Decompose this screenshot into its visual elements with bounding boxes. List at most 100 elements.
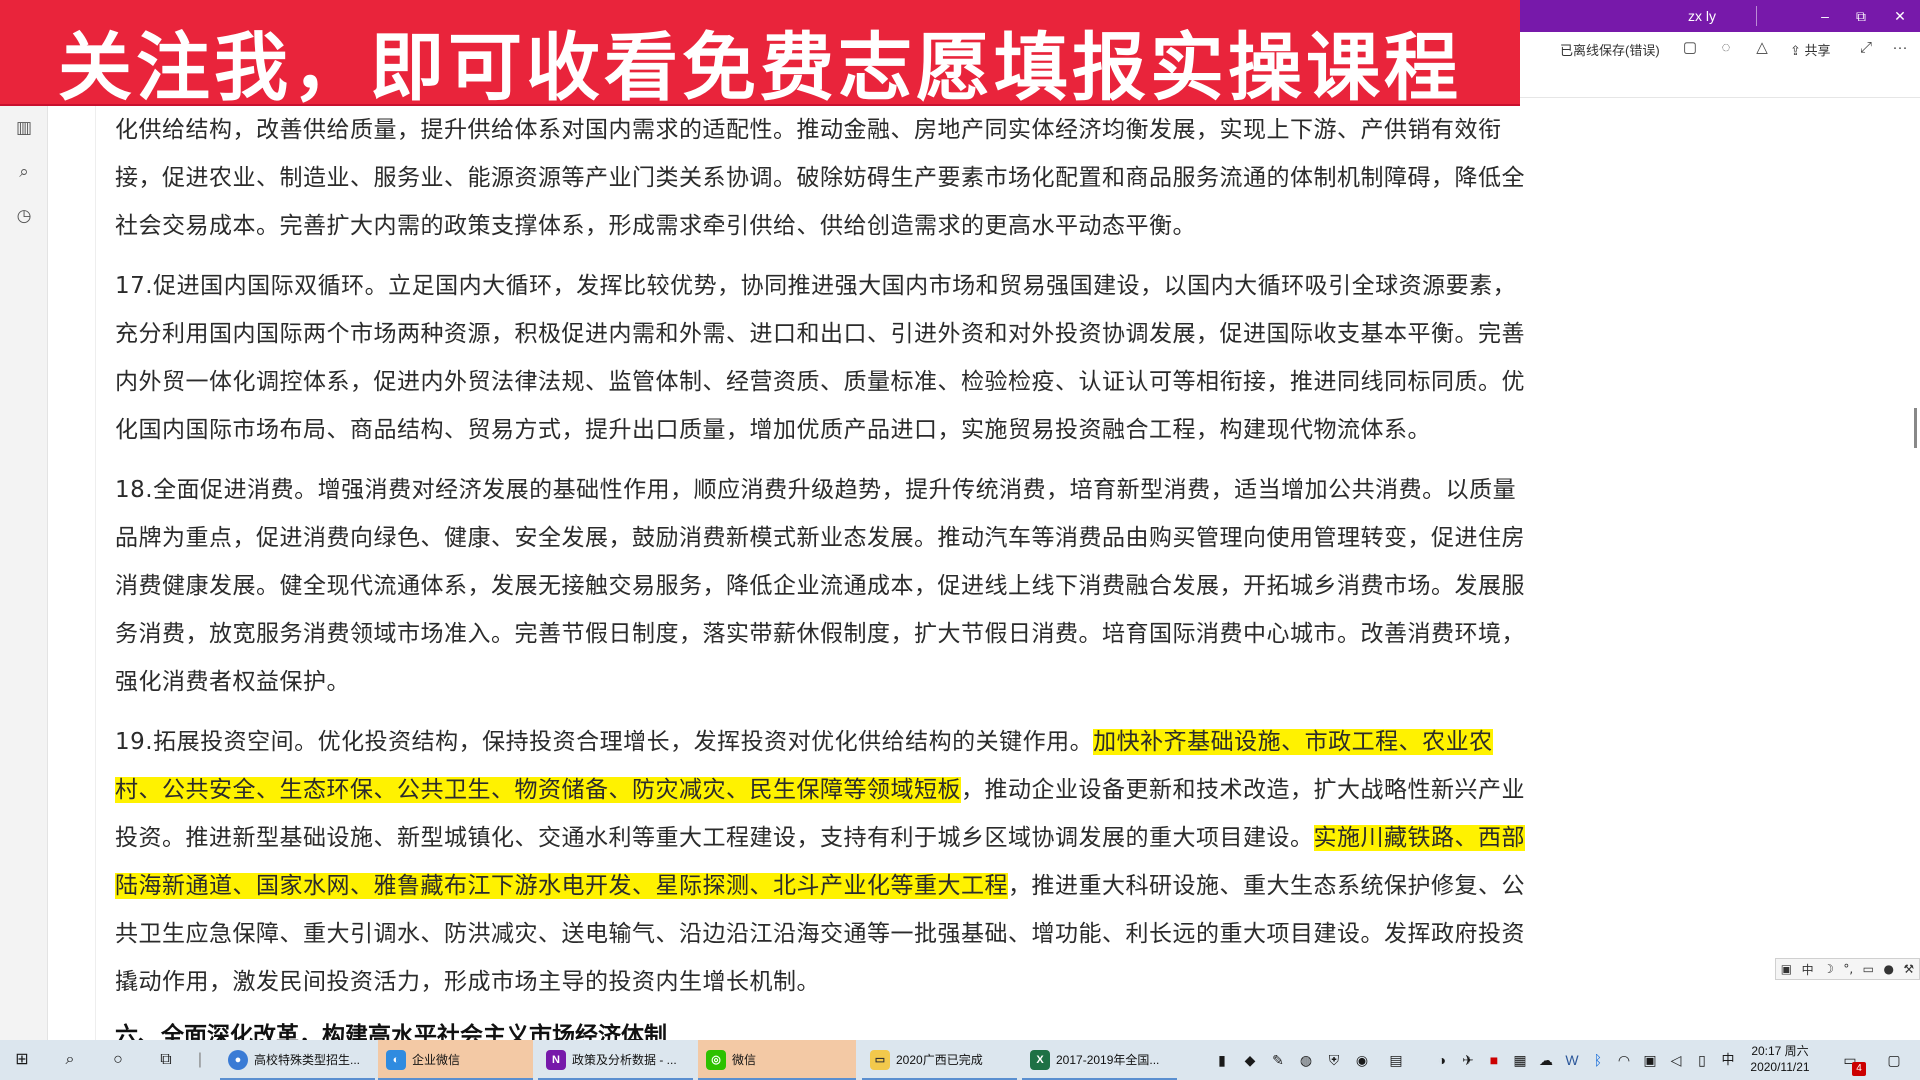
network-tray-icon[interactable]: ▣	[1638, 1048, 1662, 1072]
paragraph-18: 18.全面促进消费。增强消费对经济发展的基础性作用，顺应消费升级趋势，提升传统消…	[115, 466, 1555, 706]
task-label: 微信	[732, 1053, 757, 1067]
action-center-icon[interactable]: ▢	[1882, 1048, 1906, 1072]
edit-tray-icon[interactable]: ✎	[1266, 1048, 1290, 1072]
plain-text: 投资。推进新型基础设施、新型城镇化、交通水利等重大工程建设，支持有利于城乡区域协…	[115, 825, 1314, 851]
section-heading: 六、全面深化改革，构建高水平社会主义市场经济体制	[115, 1023, 667, 1040]
promo-banner: 关注我，即可收看免费志愿填报实操课程	[0, 0, 1520, 111]
clock-time: 20:17 周六	[1751, 1044, 1809, 1058]
text-line: 19.拓展投资空间。优化投资结构，保持投资合理增长，发挥投资对优化供给结构的关键…	[115, 718, 1555, 766]
highlighted-text: 加快补齐基础设施、市政工程、农业农	[1093, 729, 1493, 755]
moon-icon[interactable]: ☽	[1823, 962, 1834, 976]
search-icon[interactable]: ⌕	[12, 160, 36, 184]
word-tray-icon[interactable]: W	[1560, 1048, 1584, 1072]
text-line: 投资。推进新型基础设施、新型城镇化、交通水利等重大工程建设，支持有利于城乡区域协…	[115, 814, 1555, 862]
task-label: 2017-2019年全国...	[1056, 1053, 1160, 1067]
system-clock[interactable]: 20:17 周六 2020/11/21	[1740, 1043, 1820, 1075]
minimize-button[interactable]: –	[1810, 4, 1840, 28]
app-tray-icon[interactable]: ◆	[1238, 1048, 1262, 1072]
task-view-icon[interactable]: ⧉	[154, 1048, 178, 1072]
bluetooth-tray-icon[interactable]: ᛒ	[1586, 1048, 1610, 1072]
user-icon[interactable]: ●	[1883, 962, 1893, 976]
share-icon: ⇪	[1790, 43, 1805, 58]
microphone-tray-icon[interactable]: ◍	[1294, 1048, 1318, 1072]
highlighted-text: 村、公共安全、生态环保、公共卫生、物资储备、防灾减灾、民生保障等领域短板	[115, 777, 961, 803]
text-line: 强化消费者权益保护。	[115, 669, 350, 695]
more-options-icon[interactable]: ···	[1890, 38, 1910, 58]
ime-mode-label[interactable]: 中	[1802, 961, 1814, 978]
text-line: 内外贸一体化调控体系，促进内外贸法律法规、监管体制、经营资质、质量标准、检验检疫…	[115, 369, 1525, 395]
text-line: 消费健康发展。健全现代流通体系，发展无接触交易服务，降低企业流通成本，促进线上线…	[115, 573, 1525, 599]
onenote-icon: N	[546, 1050, 566, 1070]
windows-start-icon[interactable]: ⊞	[10, 1048, 34, 1072]
plain-text: 19.拓展投资空间。优化投资结构，保持投资合理增长，发挥投资对优化供给结构的关键…	[115, 729, 1094, 755]
user-name[interactable]: zx ly	[1688, 8, 1716, 24]
title-bar: zx ly – ⧉ ✕	[1520, 0, 1920, 32]
cloud-tray-icon[interactable]: ☁	[1534, 1048, 1558, 1072]
notebook-icon[interactable]: ▢	[1680, 38, 1700, 58]
punctuation-icon[interactable]: °,	[1843, 962, 1853, 976]
left-rail: ▥ ⌕ ◷	[0, 106, 48, 1040]
text-line: 接，促进农业、制造业、服务业、能源资源等产业门类关系协调。破除妨碍生产要素市场化…	[115, 165, 1525, 191]
task-label: 企业微信	[412, 1053, 461, 1067]
chrome-icon: ●	[228, 1050, 248, 1070]
taskbar-task-onenote[interactable]: N 政策及分析数据 - ...	[538, 1040, 693, 1080]
task-label: 政策及分析数据 - ...	[572, 1053, 677, 1067]
document-page: 化供给结构，改善供给质量，提升供给体系对国内需求的适配性。推动金融、房地产同实体…	[95, 106, 1565, 1040]
bird-tray-icon[interactable]: ✈	[1456, 1048, 1480, 1072]
library-icon[interactable]: ▥	[12, 116, 36, 140]
text-line: 品牌为重点，促进消费向绿色、健康、安全发展，鼓励消费新模式新业态发展。推动汽车等…	[115, 525, 1525, 551]
taskbar-task-folder[interactable]: ▭ 2020广西已完成	[862, 1040, 1017, 1080]
page-edge	[95, 106, 96, 1040]
power-tray-icon[interactable]: ▯	[1690, 1048, 1714, 1072]
keyboard-icon[interactable]: ▭	[1863, 962, 1874, 976]
folder-icon: ▭	[870, 1050, 890, 1070]
ime-tray-icon[interactable]: 中	[1716, 1048, 1740, 1072]
history-icon[interactable]: ◷	[12, 204, 36, 228]
volume-tray-icon[interactable]: ◁	[1664, 1048, 1688, 1072]
paragraph-17: 17.促进国内国际双循环。立足国内大循环，发挥比较优势，协同推进强大国内市场和贸…	[115, 262, 1555, 454]
text-line: 化国内国际市场布局、商品结构、贸易方式，提升出口质量，增加优质产品进口，实施贸易…	[115, 417, 1431, 443]
text-line: 化供给结构，改善供给质量，提升供给体系对国内需求的适配性。推动金融、房地产同实体…	[115, 117, 1502, 143]
highlighted-text: 实施川藏铁路、西部	[1313, 825, 1525, 851]
share-label: 共享	[1804, 43, 1831, 58]
taskbar-task-chrome[interactable]: ● 高校特殊类型招生...	[220, 1040, 375, 1080]
restore-button[interactable]: ⧉	[1846, 4, 1876, 28]
shield-tray-icon[interactable]: ⛨	[1322, 1048, 1346, 1072]
calendar-tray-icon[interactable]: ▦	[1508, 1048, 1532, 1072]
ime-toolbar[interactable]: ▣ 中 ☽ °, ▭ ● ⚒	[1775, 958, 1920, 980]
chat-tray-icon[interactable]: ▤	[1384, 1048, 1408, 1072]
wechat-icon: ◎	[706, 1050, 726, 1070]
text-line: 务消费，放宽服务消费领域市场准入。完善节假日制度，落实带薪休假制度，扩大节假日消…	[115, 621, 1525, 647]
red-app-tray-icon[interactable]: ■	[1482, 1048, 1506, 1072]
share-button[interactable]: ⇪ 共享	[1790, 40, 1831, 59]
task-label: 高校特殊类型招生...	[254, 1053, 361, 1067]
fullscreen-icon[interactable]: ⤢	[1856, 38, 1876, 58]
close-button[interactable]: ✕	[1885, 4, 1915, 28]
ime-logo-icon[interactable]: ▣	[1781, 962, 1792, 976]
cortana-icon[interactable]: ○	[106, 1048, 130, 1072]
excel-icon: X	[1030, 1050, 1050, 1070]
idea-icon[interactable]: ◌	[1716, 38, 1736, 58]
text-line: 充分利用国内国际两个市场两种资源，积极促进内需和外需、进口和出口、引进外资和对外…	[115, 321, 1525, 347]
highlighted-text: 陆海新通道、国家水网、雅鲁藏布江下游水电开发、星际探测、北斗产业化等重大工程	[115, 873, 1008, 899]
title-divider	[1756, 6, 1757, 26]
promo-banner-text: 关注我，即可收看免费志愿填报实操课程	[58, 25, 1462, 111]
search-icon[interactable]: ⌕	[58, 1048, 82, 1072]
taskbar-task-wecom[interactable]: ◐ 企业微信	[378, 1040, 533, 1080]
game-tray-icon[interactable]: ◉	[1350, 1048, 1374, 1072]
antivirus-tray-icon[interactable]: ◑	[1430, 1048, 1454, 1072]
text-line: 18.全面促进消费。增强消费对经济发展的基础性作用，顺应消费升级趋势，提升传统消…	[115, 477, 1517, 503]
bell-icon[interactable]: △	[1752, 38, 1772, 58]
battery-tray-icon[interactable]: ▮	[1210, 1048, 1234, 1072]
wifi-tray-icon[interactable]: ◠	[1612, 1048, 1636, 1072]
taskbar: ⊞ ⌕ ○ ⧉ | ● 高校特殊类型招生... ◐ 企业微信 N 政策及分析数据…	[0, 1040, 1920, 1080]
text-line: 17.促进国内国际双循环。立足国内大循环，发挥比较优势，协同推进强大国内市场和贸…	[115, 273, 1517, 299]
taskbar-task-wechat[interactable]: ◎ 微信	[698, 1040, 856, 1080]
wrench-icon[interactable]: ⚒	[1903, 962, 1914, 976]
taskbar-task-excel[interactable]: X 2017-2019年全国...	[1022, 1040, 1177, 1080]
scrollbar-thumb[interactable]	[1914, 408, 1917, 448]
command-bar: 已离线保存(错误) ▢ ◌ △ ⇪ 共享 ⤢ ···	[1520, 32, 1920, 98]
text-line: 社会交易成本。完善扩大内需的政策支撑体系，形成需求牵引供给、供给创造需求的更高水…	[115, 213, 1196, 239]
vertical-scrollbar[interactable]	[1912, 98, 1920, 1040]
taskbar-divider-icon: |	[197, 1051, 203, 1068]
